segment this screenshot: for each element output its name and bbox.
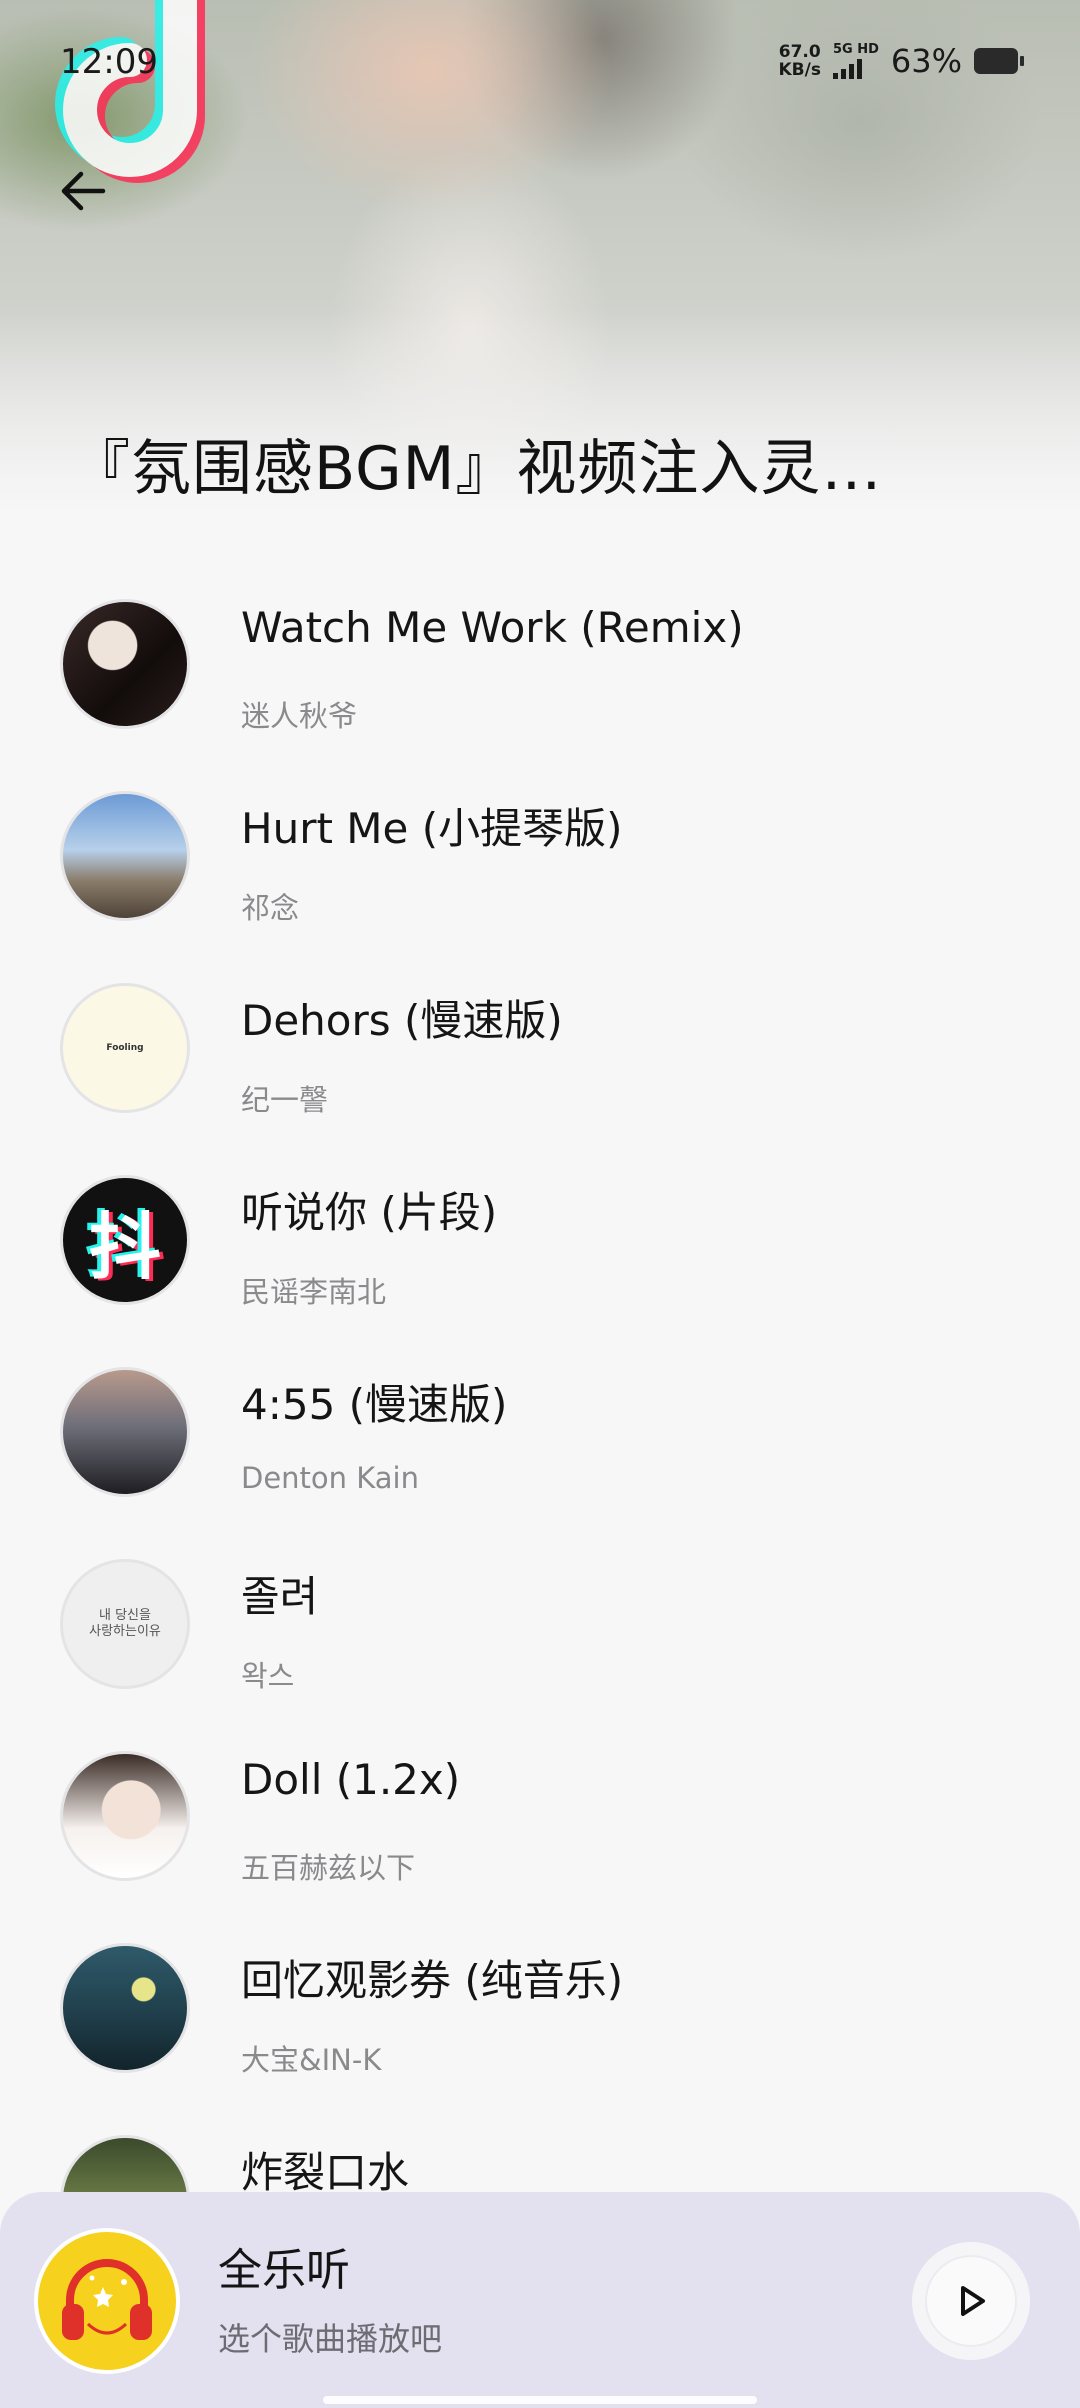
song-cover xyxy=(60,1943,190,2073)
cover-text: 내 당신을 xyxy=(99,1608,151,1623)
song-cover xyxy=(60,599,190,729)
song-title: 炸裂口水 xyxy=(241,2148,410,2197)
song-item[interactable]: 抖 听说你 (片段) 民谣李南北 xyxy=(0,1151,1080,1343)
song-cover xyxy=(60,1751,190,1881)
cover-text: Fooling xyxy=(106,1043,144,1053)
song-artist: Denton Kain xyxy=(241,1461,419,1495)
song-cover: Fooling xyxy=(60,983,190,1113)
player-subtitle: 选个歌曲播放吧 xyxy=(218,2320,443,2358)
network-speed-unit: KB/s xyxy=(778,60,821,80)
home-indicator[interactable] xyxy=(323,2396,757,2404)
play-button-inner xyxy=(927,2257,1015,2345)
headphones-icon xyxy=(62,2259,152,2340)
song-title: Dehors (慢速版) xyxy=(241,996,563,1045)
song-cover: 내 당신을 사랑하는이유 xyxy=(60,1559,190,1689)
song-title: Doll (1.2x) xyxy=(241,1755,461,1804)
cover-text: 사랑하는이유 xyxy=(89,1624,161,1639)
playlist-header: 12:09 67.0 KB/s 5G HD 63% 『氛围感BGM』视频注入灵… xyxy=(0,0,1080,510)
song-artist: 迷人秋爷 xyxy=(241,699,358,733)
song-artist: 祁念 xyxy=(241,891,300,925)
song-list: Watch Me Work (Remix) 迷人秋爷 Hurt Me (小提琴版… xyxy=(0,575,1080,2303)
song-cover xyxy=(60,791,190,921)
song-title: 4:55 (慢速版) xyxy=(241,1380,508,1429)
network-speed: 67.0 KB/s xyxy=(778,43,820,79)
song-title: 听说你 (片段) xyxy=(241,1188,498,1237)
song-item[interactable]: 4:55 (慢速版) Denton Kain xyxy=(0,1343,1080,1535)
network-type: 5G HD xyxy=(832,42,879,79)
battery-percent: 63% xyxy=(890,42,962,80)
back-button[interactable] xyxy=(52,160,114,222)
song-item[interactable]: Fooling Dehors (慢速版) 纪一謦 xyxy=(0,959,1080,1151)
song-artist: 民谣李南北 xyxy=(241,1275,387,1309)
status-bar: 12:09 67.0 KB/s 5G HD 63% xyxy=(0,0,1080,120)
song-item[interactable]: Doll (1.2x) 五百赫兹以下 xyxy=(0,1727,1080,1919)
status-time: 12:09 xyxy=(60,42,158,82)
song-cover: 抖 xyxy=(60,1175,190,1305)
song-item[interactable]: Watch Me Work (Remix) 迷人秋爷 xyxy=(0,575,1080,767)
player-title: 全乐听 xyxy=(218,2245,350,2296)
song-artist: 纪一謦 xyxy=(241,1083,329,1117)
mini-player[interactable]: 全乐听 选个歌曲播放吧 xyxy=(0,2192,1080,2408)
play-icon xyxy=(961,2286,985,2316)
song-title: 졸려 xyxy=(241,1572,319,1621)
song-title: 回忆观影券 (纯音乐) xyxy=(241,1956,624,2005)
network-type-label: 5G HD xyxy=(832,42,879,57)
signal-icon xyxy=(832,57,879,79)
song-artist: 왁스 xyxy=(241,1659,295,1693)
song-item[interactable]: Hurt Me (小提琴版) 祁念 xyxy=(0,767,1080,959)
song-cover xyxy=(60,1367,190,1497)
battery-icon xyxy=(974,48,1024,74)
song-item[interactable]: 내 당신을 사랑하는이유 졸려 왁스 xyxy=(0,1535,1080,1727)
status-icons: 67.0 KB/s 5G HD 63% xyxy=(778,42,1024,80)
song-artist: 大宝&IN-K xyxy=(241,2043,382,2077)
arrow-left-icon xyxy=(61,171,106,211)
song-title: Hurt Me (小提琴版) xyxy=(241,804,623,853)
play-button[interactable] xyxy=(912,2242,1030,2360)
network-speed-value: 67.0 xyxy=(778,42,821,62)
playlist-title: 『氛围感BGM』视频注入灵… xyxy=(70,434,883,504)
song-artist: 五百赫兹以下 xyxy=(241,1851,416,1885)
douyin-logo-icon: 抖 xyxy=(88,1204,161,1289)
song-item[interactable]: 回忆观影券 (纯音乐) 大宝&IN-K xyxy=(0,1919,1080,2111)
player-artwork xyxy=(34,2228,180,2374)
song-title: Watch Me Work (Remix) xyxy=(241,603,744,652)
